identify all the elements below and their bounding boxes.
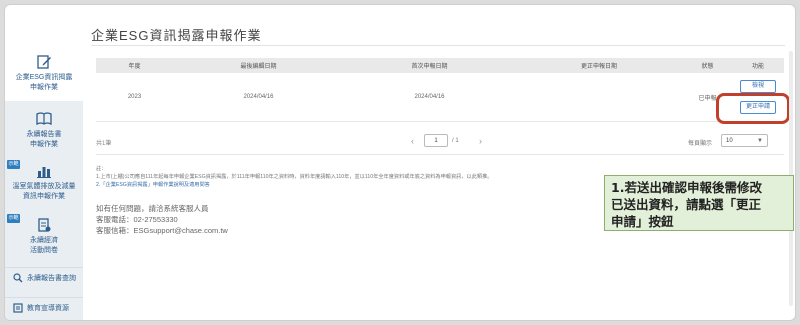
sidebar-item-sustainability-report[interactable]: 永續報告書 申報作業 [5,107,83,155]
contact-email: 客服信箱：ESGsupport@chase.com.tw [96,226,228,235]
page-title: 企業ESG資訊揭露申報作業 [91,28,262,43]
table-header: 年度 最後編輯日期 首次申報日期 更正申報日期 狀態 功能 [96,58,784,73]
edit-doc-icon [37,55,51,69]
instruction-callout: 1.若送出確認申報後需修改 已送出資料，請點選「更正 申請」按鈕 [604,175,794,231]
demo-tag: 示範 [7,214,20,223]
next-page-icon[interactable]: › [479,136,482,146]
contact-info: 如有任何問題，請洽系統客服人員 客服電話：02-27553330 客服信箱：ES… [96,203,228,236]
contact-line-1: 如有任何問題，請洽系統客服人員 [96,204,209,213]
correction-highlight-box [716,93,790,124]
cell-last-edit: 2024/04/16 [243,94,274,100]
sidebar-item-report-search[interactable]: 永續報告書查詢 [5,267,83,287]
sidebar-item-ghg-emission[interactable]: 示範 溫室氣體排放及減量 資訊申報作業 [5,159,83,207]
notes-heading: 註： [96,166,107,172]
contact-phone: 客服電話：02-27553330 [96,215,178,224]
demo-tag: 示範 [7,160,20,169]
cell-first-report: 2024/04/16 [414,94,445,100]
page-input[interactable]: 1 [424,134,448,147]
header-first-report: 首次申報日期 [411,64,448,70]
pagination: 共1筆 ‹ 1 / 1 › 每頁顯示 10 ▼ [96,131,784,155]
total-count: 共1筆 [96,141,112,147]
book-icon [36,112,52,126]
report-table: 年度 最後編輯日期 首次申報日期 更正申報日期 狀態 功能 2023 2024/… [96,58,784,122]
sidebar-item-education-resources[interactable]: 教育宣導資源 [5,297,83,317]
note-link[interactable]: 2.「企業ESG資訊揭露」申報作業說明及適用問答 [96,181,616,189]
sidebar-item-sustainable-economy-survey[interactable]: 示範 永續經濟 活動問卷 [5,213,83,261]
app-frame: 企業ESG資訊揭露申報作業 企業ESG資訊揭露 申報作業 永續報告書 申報作業 示範 [4,4,796,321]
title-divider [91,45,785,46]
prev-page-icon[interactable]: ‹ [411,136,414,146]
note-line-1: 1.上市(上櫃)公司應自111年起每年申報企業ESG資訊揭露，於111年申報11… [96,174,493,180]
view-button[interactable]: 檢視 [740,80,776,93]
total-pages: / 1 [452,138,459,144]
cell-year: 2023 [127,94,142,100]
chevron-down-icon: ▼ [757,138,763,144]
per-page-select[interactable]: 10 ▼ [721,134,768,147]
notes: 註： 1.上市(上櫃)公司應自111年起每年申報企業ESG資訊揭露，於111年申… [96,165,616,189]
sidebar: 企業ESG資訊揭露 申報作業 永續報告書 申報作業 示範 溫室氣體排放及減量 資訊申報… [5,45,83,320]
header-function: 功能 [751,64,764,70]
per-page-label: 每頁顯示 [688,141,713,147]
header-last-edit: 最後編輯日期 [240,64,277,70]
table-row: 2023 2024/04/16 2024/04/16 已申報 檢視 更正申請 [96,73,784,122]
survey-icon [38,218,51,232]
sidebar-item-esg-disclosure[interactable]: 企業ESG資訊揭露 申報作業 [5,45,83,101]
search-doc-icon [13,272,23,282]
bar-chart-icon [37,167,51,178]
book-open-icon [13,302,23,313]
header-year: 年度 [128,64,141,70]
header-status: 狀態 [701,64,714,70]
header-corrected: 更正申報日期 [580,64,617,70]
